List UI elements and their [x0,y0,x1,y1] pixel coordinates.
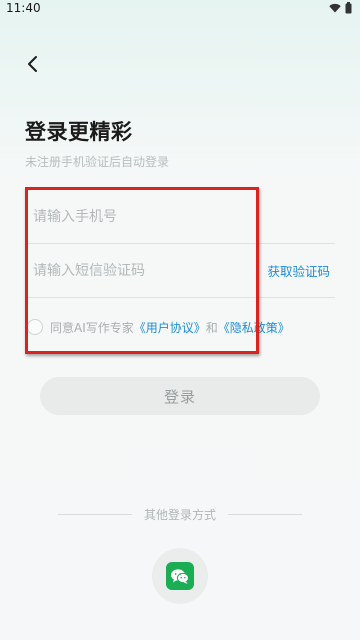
status-bar: 11:40 [0,0,360,18]
status-icons [329,2,352,14]
login-button[interactable]: 登录 [40,377,320,415]
back-button[interactable] [16,48,48,80]
divider-line-right [228,513,303,515]
get-code-button[interactable]: 获取验证码 [267,263,330,281]
divider-line-left [58,513,132,515]
wifi-icon [329,3,341,13]
status-time: 11:40 [6,1,41,15]
privacy-policy-link[interactable]: 《隐私政策》 [218,319,290,336]
page-subtitle: 未注册手机验证后自动登录 [25,155,170,169]
other-login-label: 其他登录方式 [144,507,217,522]
wechat-icon [166,562,194,590]
other-login-divider: 其他登录方式 [58,505,303,523]
sms-code-input-row: 获取验证码 [25,247,335,298]
page-title: 登录更精彩 [25,120,133,144]
sms-code-input[interactable] [33,259,253,283]
wechat-login-button[interactable] [152,548,208,604]
agreement-row: 同意AI写作专家 《用户协议》 和 《隐私政策》 [25,315,345,339]
chevron-left-icon [28,56,37,72]
agreement-prefix: 同意AI写作专家 [50,320,134,335]
phone-input-row [25,193,335,244]
user-agreement-link[interactable]: 《用户协议》 [134,319,206,336]
phone-input[interactable] [33,205,253,229]
agreement-checkbox[interactable] [27,319,43,335]
battery-icon [345,2,352,14]
agreement-connector: 和 [205,320,218,335]
